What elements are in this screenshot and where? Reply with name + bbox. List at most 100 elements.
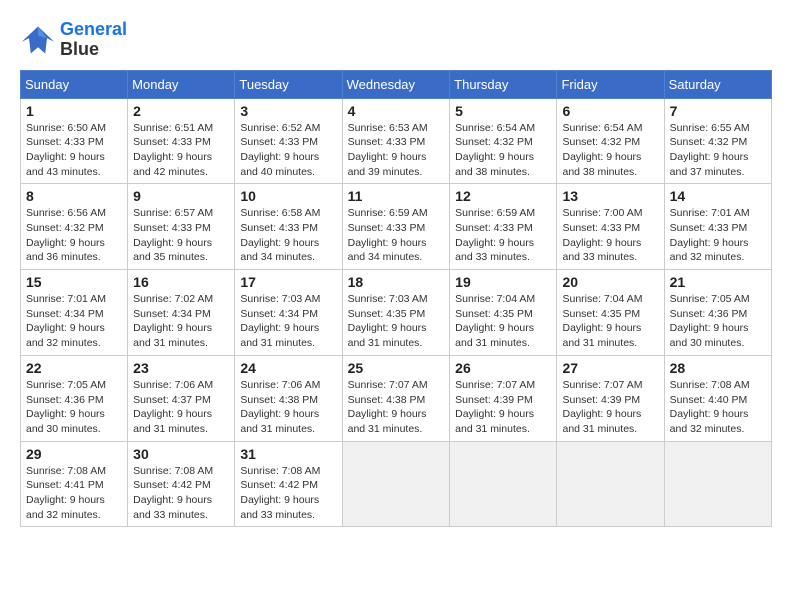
day-number: 2 xyxy=(133,103,229,119)
day-info: Sunrise: 7:03 AM Sunset: 4:34 PM Dayligh… xyxy=(240,292,336,351)
day-info: Sunrise: 6:54 AM Sunset: 4:32 PM Dayligh… xyxy=(455,121,551,180)
day-cell-13: 13 Sunrise: 7:00 AM Sunset: 4:33 PM Dayl… xyxy=(557,184,664,270)
day-number: 8 xyxy=(26,188,122,204)
day-info: Sunrise: 6:59 AM Sunset: 4:33 PM Dayligh… xyxy=(348,206,445,265)
day-info: Sunrise: 6:52 AM Sunset: 4:33 PM Dayligh… xyxy=(240,121,336,180)
day-number: 1 xyxy=(26,103,122,119)
day-number: 21 xyxy=(670,274,766,290)
day-info: Sunrise: 7:01 AM Sunset: 4:33 PM Dayligh… xyxy=(670,206,766,265)
day-cell-14: 14 Sunrise: 7:01 AM Sunset: 4:33 PM Dayl… xyxy=(664,184,771,270)
day-cell-16: 16 Sunrise: 7:02 AM Sunset: 4:34 PM Dayl… xyxy=(128,270,235,356)
day-number: 10 xyxy=(240,188,336,204)
day-cell-4: 4 Sunrise: 6:53 AM Sunset: 4:33 PM Dayli… xyxy=(342,98,450,184)
day-info: Sunrise: 6:56 AM Sunset: 4:32 PM Dayligh… xyxy=(26,206,122,265)
day-info: Sunrise: 7:08 AM Sunset: 4:42 PM Dayligh… xyxy=(133,464,229,523)
day-cell-26: 26 Sunrise: 7:07 AM Sunset: 4:39 PM Dayl… xyxy=(450,355,557,441)
day-cell-7: 7 Sunrise: 6:55 AM Sunset: 4:32 PM Dayli… xyxy=(664,98,771,184)
day-info: Sunrise: 7:02 AM Sunset: 4:34 PM Dayligh… xyxy=(133,292,229,351)
day-info: Sunrise: 7:03 AM Sunset: 4:35 PM Dayligh… xyxy=(348,292,445,351)
day-info: Sunrise: 7:08 AM Sunset: 4:42 PM Dayligh… xyxy=(240,464,336,523)
logo-text: General Blue xyxy=(60,20,127,60)
day-number: 18 xyxy=(348,274,445,290)
day-info: Sunrise: 7:06 AM Sunset: 4:38 PM Dayligh… xyxy=(240,378,336,437)
day-number: 4 xyxy=(348,103,445,119)
day-info: Sunrise: 7:07 AM Sunset: 4:38 PM Dayligh… xyxy=(348,378,445,437)
weekday-header-sunday: Sunday xyxy=(21,70,128,98)
day-cell-29: 29 Sunrise: 7:08 AM Sunset: 4:41 PM Dayl… xyxy=(21,441,128,527)
day-cell-19: 19 Sunrise: 7:04 AM Sunset: 4:35 PM Dayl… xyxy=(450,270,557,356)
day-info: Sunrise: 6:51 AM Sunset: 4:33 PM Dayligh… xyxy=(133,121,229,180)
day-cell-28: 28 Sunrise: 7:08 AM Sunset: 4:40 PM Dayl… xyxy=(664,355,771,441)
day-info: Sunrise: 7:08 AM Sunset: 4:41 PM Dayligh… xyxy=(26,464,122,523)
weekday-header-monday: Monday xyxy=(128,70,235,98)
day-number: 9 xyxy=(133,188,229,204)
day-info: Sunrise: 7:04 AM Sunset: 4:35 PM Dayligh… xyxy=(562,292,658,351)
day-cell-30: 30 Sunrise: 7:08 AM Sunset: 4:42 PM Dayl… xyxy=(128,441,235,527)
page-header: General Blue xyxy=(20,20,772,60)
day-number: 25 xyxy=(348,360,445,376)
day-info: Sunrise: 7:05 AM Sunset: 4:36 PM Dayligh… xyxy=(670,292,766,351)
day-number: 29 xyxy=(26,446,122,462)
day-number: 16 xyxy=(133,274,229,290)
day-cell-6: 6 Sunrise: 6:54 AM Sunset: 4:32 PM Dayli… xyxy=(557,98,664,184)
day-info: Sunrise: 7:07 AM Sunset: 4:39 PM Dayligh… xyxy=(562,378,658,437)
day-number: 28 xyxy=(670,360,766,376)
day-cell-3: 3 Sunrise: 6:52 AM Sunset: 4:33 PM Dayli… xyxy=(235,98,342,184)
day-number: 7 xyxy=(670,103,766,119)
day-cell-1: 1 Sunrise: 6:50 AM Sunset: 4:33 PM Dayli… xyxy=(21,98,128,184)
day-number: 13 xyxy=(562,188,658,204)
day-info: Sunrise: 7:04 AM Sunset: 4:35 PM Dayligh… xyxy=(455,292,551,351)
day-info: Sunrise: 7:07 AM Sunset: 4:39 PM Dayligh… xyxy=(455,378,551,437)
day-number: 19 xyxy=(455,274,551,290)
day-number: 11 xyxy=(348,188,445,204)
day-number: 22 xyxy=(26,360,122,376)
weekday-header-thursday: Thursday xyxy=(450,70,557,98)
empty-cell xyxy=(664,441,771,527)
empty-cell xyxy=(557,441,664,527)
day-number: 20 xyxy=(562,274,658,290)
day-number: 5 xyxy=(455,103,551,119)
day-cell-10: 10 Sunrise: 6:58 AM Sunset: 4:33 PM Dayl… xyxy=(235,184,342,270)
day-info: Sunrise: 6:54 AM Sunset: 4:32 PM Dayligh… xyxy=(562,121,658,180)
day-number: 31 xyxy=(240,446,336,462)
day-cell-5: 5 Sunrise: 6:54 AM Sunset: 4:32 PM Dayli… xyxy=(450,98,557,184)
day-cell-27: 27 Sunrise: 7:07 AM Sunset: 4:39 PM Dayl… xyxy=(557,355,664,441)
day-number: 27 xyxy=(562,360,658,376)
weekday-header-wednesday: Wednesday xyxy=(342,70,450,98)
logo-icon xyxy=(20,22,56,58)
day-cell-12: 12 Sunrise: 6:59 AM Sunset: 4:33 PM Dayl… xyxy=(450,184,557,270)
day-info: Sunrise: 6:58 AM Sunset: 4:33 PM Dayligh… xyxy=(240,206,336,265)
day-cell-23: 23 Sunrise: 7:06 AM Sunset: 4:37 PM Dayl… xyxy=(128,355,235,441)
day-info: Sunrise: 6:57 AM Sunset: 4:33 PM Dayligh… xyxy=(133,206,229,265)
day-info: Sunrise: 7:06 AM Sunset: 4:37 PM Dayligh… xyxy=(133,378,229,437)
day-info: Sunrise: 7:00 AM Sunset: 4:33 PM Dayligh… xyxy=(562,206,658,265)
day-cell-18: 18 Sunrise: 7:03 AM Sunset: 4:35 PM Dayl… xyxy=(342,270,450,356)
day-info: Sunrise: 7:01 AM Sunset: 4:34 PM Dayligh… xyxy=(26,292,122,351)
weekday-header-tuesday: Tuesday xyxy=(235,70,342,98)
weekday-header-friday: Friday xyxy=(557,70,664,98)
day-cell-20: 20 Sunrise: 7:04 AM Sunset: 4:35 PM Dayl… xyxy=(557,270,664,356)
day-cell-24: 24 Sunrise: 7:06 AM Sunset: 4:38 PM Dayl… xyxy=(235,355,342,441)
day-info: Sunrise: 6:50 AM Sunset: 4:33 PM Dayligh… xyxy=(26,121,122,180)
day-cell-11: 11 Sunrise: 6:59 AM Sunset: 4:33 PM Dayl… xyxy=(342,184,450,270)
day-number: 30 xyxy=(133,446,229,462)
day-cell-31: 31 Sunrise: 7:08 AM Sunset: 4:42 PM Dayl… xyxy=(235,441,342,527)
day-number: 23 xyxy=(133,360,229,376)
day-cell-15: 15 Sunrise: 7:01 AM Sunset: 4:34 PM Dayl… xyxy=(21,270,128,356)
weekday-header-saturday: Saturday xyxy=(664,70,771,98)
day-number: 26 xyxy=(455,360,551,376)
day-cell-17: 17 Sunrise: 7:03 AM Sunset: 4:34 PM Dayl… xyxy=(235,270,342,356)
calendar-table: SundayMondayTuesdayWednesdayThursdayFrid… xyxy=(20,70,772,528)
day-info: Sunrise: 7:08 AM Sunset: 4:40 PM Dayligh… xyxy=(670,378,766,437)
day-number: 14 xyxy=(670,188,766,204)
day-cell-8: 8 Sunrise: 6:56 AM Sunset: 4:32 PM Dayli… xyxy=(21,184,128,270)
day-number: 3 xyxy=(240,103,336,119)
day-cell-9: 9 Sunrise: 6:57 AM Sunset: 4:33 PM Dayli… xyxy=(128,184,235,270)
day-cell-25: 25 Sunrise: 7:07 AM Sunset: 4:38 PM Dayl… xyxy=(342,355,450,441)
day-info: Sunrise: 6:59 AM Sunset: 4:33 PM Dayligh… xyxy=(455,206,551,265)
empty-cell xyxy=(450,441,557,527)
day-cell-21: 21 Sunrise: 7:05 AM Sunset: 4:36 PM Dayl… xyxy=(664,270,771,356)
day-number: 12 xyxy=(455,188,551,204)
day-cell-2: 2 Sunrise: 6:51 AM Sunset: 4:33 PM Dayli… xyxy=(128,98,235,184)
day-number: 24 xyxy=(240,360,336,376)
